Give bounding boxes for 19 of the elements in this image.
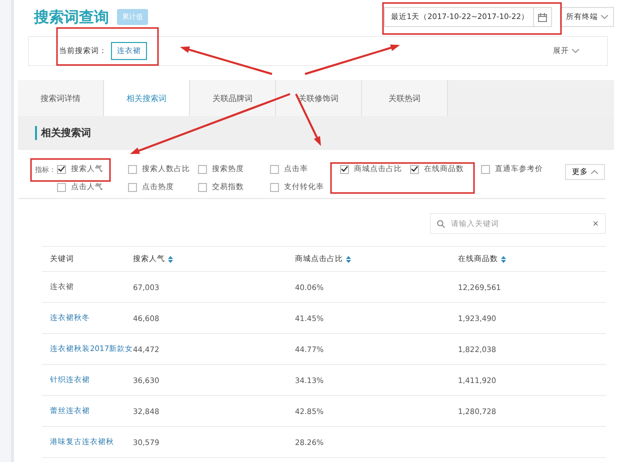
section-title: 相关搜索词 xyxy=(35,126,91,140)
tab[interactable]: 相关搜索词 xyxy=(104,80,190,116)
check-icon xyxy=(58,166,65,172)
chevron-icon xyxy=(572,49,579,53)
annotation-arrow xyxy=(295,94,321,146)
check-icon xyxy=(341,166,348,172)
tab[interactable]: 关联品牌词 xyxy=(190,80,276,116)
sort-icon[interactable] xyxy=(168,256,173,262)
sort-icon[interactable] xyxy=(501,256,506,262)
tab[interactable]: 关联热词 xyxy=(362,80,448,116)
clear-button[interactable]: × xyxy=(592,219,599,228)
chevron-icon xyxy=(601,15,608,19)
chevron-icon xyxy=(591,170,598,174)
calendar-icon xyxy=(538,12,547,22)
sort-icon[interactable] xyxy=(346,256,351,262)
search-icon xyxy=(437,220,445,228)
check-icon xyxy=(411,166,418,172)
page-title: 搜索词查询 xyxy=(34,8,109,26)
tab[interactable]: 搜索词详情 xyxy=(18,80,104,116)
